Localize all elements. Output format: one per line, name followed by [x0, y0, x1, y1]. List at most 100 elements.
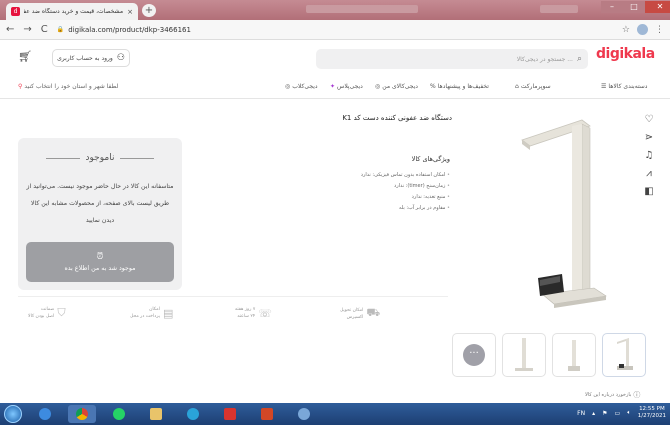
user-icon: ⚇ — [116, 53, 125, 63]
truck-icon: ⛟ — [366, 306, 381, 319]
address-bar[interactable]: 🔒 digikala.com/product/dkp-3466161 — [57, 23, 613, 37]
clock[interactable]: 12:55 PM 1/27/2021 — [638, 406, 666, 420]
nav-discounts-label: تخفیف‌ها و پیشنهادها — [437, 83, 489, 90]
service-badges: ⛟ امکان تحویل اکسپرس ☏ ۷ روز هفته ۲۴ ساعته… — [20, 306, 440, 332]
nav-digiclub-label: دیجی‌کلاب — [292, 83, 318, 90]
digikala-logo[interactable]: digikala — [596, 46, 655, 62]
chart-icon[interactable]: ⩘ — [646, 168, 652, 179]
browser-tab[interactable]: d مشخصات، قیمت و خرید دستگاه ضد عفو... × — [6, 3, 138, 20]
nav-digiclub[interactable]: ◎ دیجی‌کلاب — [285, 83, 318, 90]
out-of-stock-message: متاسفانه این کالا در حال حاضر موجود نیست… — [26, 183, 174, 224]
thumbnail-image — [568, 340, 580, 371]
tab-title: مشخصات، قیمت و خرید دستگاه ضد عفو... — [24, 8, 124, 15]
badge-title: امکان تحویل — [340, 307, 364, 313]
back-icon[interactable]: ← — [6, 24, 14, 35]
digikala-icon: ◎ — [375, 83, 381, 90]
maximize-icon[interactable]: □ — [623, 1, 645, 13]
reload-icon[interactable]: C — [41, 24, 48, 35]
close-window-icon[interactable]: ✕ — [645, 1, 670, 13]
location-label: لطفا شهر و استان خود را انتخاب کنید — [24, 83, 119, 90]
more-images-thumb[interactable]: ··· — [452, 333, 496, 377]
flag-icon[interactable]: ⚑ — [602, 410, 607, 417]
cart-icon[interactable]: 🛒︎ — [18, 50, 32, 63]
location-pin-icon: ⚲ — [18, 83, 23, 90]
thumbnail[interactable] — [552, 333, 596, 377]
volume-icon[interactable]: 🔈︎ — [627, 409, 631, 417]
blurred-region — [540, 5, 578, 13]
share-icon[interactable]: ⋗ — [645, 132, 653, 143]
badge-title: امکان — [149, 307, 160, 312]
out-of-stock-label: ناموجود — [85, 153, 115, 163]
headset-icon: ☏ — [258, 306, 272, 320]
heart-icon[interactable]: ♡ — [645, 114, 654, 125]
thumbnail-active[interactable] — [602, 333, 646, 377]
window-controls: – □ ✕ — [601, 1, 670, 13]
nav-categories[interactable]: ☰ دسته‌بندی کالاها — [601, 83, 647, 90]
login-label: ورود به حساب کاربری — [57, 54, 113, 62]
nav-my-digikala[interactable]: ◎ دیجی‌کالای من — [375, 83, 418, 90]
taskbar-app-whatsapp[interactable] — [105, 405, 133, 423]
location-selector[interactable]: ⚲ لطفا شهر و استان خود را انتخاب کنید — [18, 83, 118, 90]
out-of-stock-header: ناموجود — [18, 153, 182, 163]
bookmark-star-icon[interactable]: ☆ — [622, 25, 630, 35]
badge-authentic: ⛉ ضمانت اصل بودن کالا — [28, 306, 66, 320]
thumbnail-image — [617, 338, 633, 370]
cash-icon: ▤ — [162, 306, 174, 320]
clock-date: 1/27/2021 — [637, 413, 666, 419]
nav-discounts[interactable]: % تخفیف‌ها و پیشنهادها — [430, 83, 489, 90]
profile-avatar[interactable] — [637, 24, 648, 35]
tray-arrow-icon[interactable]: ▴ — [592, 410, 595, 417]
taskbar-app-powerpoint[interactable] — [253, 405, 281, 423]
windows-taskbar: FN ▴ ⚑ ▭ 🔈︎ 12:55 PM 1/27/2021 — [0, 403, 670, 425]
forward-icon[interactable]: → — [23, 24, 31, 35]
badges-divider — [18, 296, 448, 297]
nav-categories-label: دسته‌بندی کالاها — [608, 83, 648, 90]
badge-support: ☏ ۷ روز هفته ۲۴ ساعته — [235, 306, 272, 320]
feature-item: منبع تغذیه: ندارد — [320, 192, 450, 203]
features-list: امکان استفاده بدون تماس فیزیکی: ندارد زم… — [320, 170, 450, 214]
divider-line — [45, 157, 80, 159]
taskbar-app-paint[interactable] — [290, 405, 318, 423]
taskbar-app-explorer[interactable] — [142, 405, 170, 423]
url-text[interactable]: digikala.com/product/dkp-3466161 — [68, 26, 191, 34]
nav-supermarket[interactable]: ⌂ سوپرمارکت — [515, 83, 551, 90]
start-button[interactable] — [4, 405, 22, 423]
lock-icon: 🔒 — [56, 26, 65, 33]
taskbar-app-ie[interactable] — [31, 405, 59, 423]
minimize-icon[interactable]: – — [601, 1, 623, 13]
badge-sub: اکسپرس — [346, 314, 364, 320]
product-actions: ♡ ⋗ ♫ ⩘ ◧ — [643, 114, 655, 197]
new-tab-button[interactable]: + — [142, 4, 156, 17]
taskbar-app-telegram[interactable] — [179, 405, 207, 423]
badge-sub: ۲۴ ساعته — [237, 314, 256, 319]
search-input[interactable]: جستجو در دیجی‌کالا ... — [517, 56, 573, 63]
taskbar-app-chrome[interactable] — [68, 405, 96, 423]
notify-label: موجود شد به من اطلاع بده — [64, 265, 136, 272]
nav-digiplus-label: دیجی‌پلاس — [337, 83, 363, 90]
notify-when-available-button[interactable]: ⏰︎ موجود شد به من اطلاع بده — [26, 242, 174, 282]
badge-cod: ▤ امکان پرداخت در محل — [130, 306, 173, 320]
login-button[interactable]: ورود به حساب کاربری ⚇ — [52, 49, 130, 67]
shield-icon: ⛉ — [57, 306, 66, 319]
system-tray: FN ▴ ⚑ ▭ 🔈︎ 12:55 PM 1/27/2021 — [577, 406, 666, 420]
taskbar-app-acrobat[interactable] — [216, 405, 244, 423]
feedback-link[interactable]: ⓘ بازخورد درباره این کالا — [585, 390, 640, 400]
tab-close-icon[interactable]: × — [127, 8, 133, 16]
search-icon[interactable]: ⌕ — [577, 54, 582, 64]
search-box[interactable]: جستجو در دیجی‌کالا ... ⌕ — [316, 49, 588, 69]
digikala-favicon-icon: d — [11, 7, 20, 16]
feature-item: امکان استفاده بدون تماس فیزیکی: ندارد — [320, 170, 450, 181]
hamburger-icon: ☰ — [601, 83, 607, 90]
network-icon[interactable]: ▭ — [615, 410, 621, 417]
menu-dots-icon[interactable]: ⋮ — [655, 25, 664, 35]
compare-icon[interactable]: ◧ — [644, 186, 653, 197]
nav-my-digikala-label: دیجی‌کالای من — [382, 83, 418, 90]
nav-supermarket-label: سوپرمارکت — [520, 83, 551, 90]
bell-icon[interactable]: ♫ — [645, 150, 654, 161]
product-main-image[interactable] — [502, 112, 622, 312]
plus-icon: ✦ — [330, 83, 336, 90]
thumbnail[interactable] — [502, 333, 546, 377]
nav-digiplus[interactable]: ✦ دیجی‌پلاس — [330, 83, 363, 90]
alarm-icon: ⏰︎ — [96, 252, 104, 262]
language-indicator[interactable]: FN — [577, 410, 585, 417]
